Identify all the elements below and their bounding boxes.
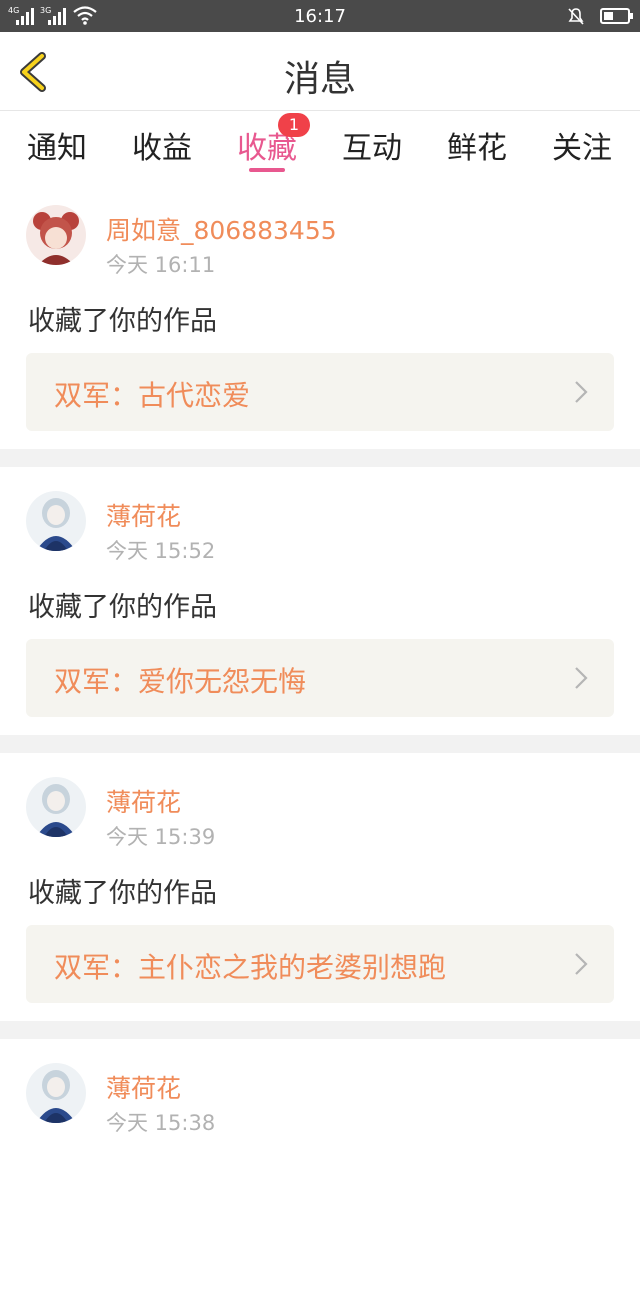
tab-favorites[interactable]: 收藏 1 xyxy=(222,113,312,167)
work-link[interactable]: 双军：古代恋爱 xyxy=(26,353,614,431)
page-title: 消息 xyxy=(283,59,356,100)
work-link[interactable]: 双军：主仆恋之我的老婆别想跑 xyxy=(26,925,614,1003)
status-time: 16:17 xyxy=(294,6,346,27)
battery-icon xyxy=(600,8,633,24)
work-title: 双军：古代恋爱 xyxy=(54,379,251,412)
chevron-right-icon xyxy=(575,381,588,403)
tab-flowers[interactable]: 鲜花 xyxy=(432,123,522,167)
tab-follow[interactable]: 关注 xyxy=(537,123,627,167)
message-time: 今天 15:38 xyxy=(106,1111,216,1135)
user-avatar-blue-dress[interactable] xyxy=(26,777,86,837)
unread-badge: 1 xyxy=(278,113,310,137)
user-avatar-blue-dress[interactable] xyxy=(26,1063,86,1123)
bell-muted-icon xyxy=(568,8,584,25)
message-item: 薄荷花 今天 15:52 收藏了你的作品 双军：爱你无怨无悔 xyxy=(0,467,640,735)
message-time: 今天 15:52 xyxy=(106,539,216,563)
user-name[interactable]: 薄荷花 xyxy=(106,497,181,533)
tab-earnings[interactable]: 收益 xyxy=(117,123,207,167)
user-name[interactable]: 周如意_806883455 xyxy=(106,211,337,247)
message-text: 收藏了你的作品 xyxy=(28,592,217,623)
work-title: 双军：爱你无怨无悔 xyxy=(54,665,307,698)
message-time: 今天 15:39 xyxy=(106,825,216,849)
divider xyxy=(0,449,640,467)
message-item: 薄荷花 今天 15:39 收藏了你的作品 双军：主仆恋之我的老婆别想跑 xyxy=(0,753,640,1021)
message-list: 周如意_806883455 今天 16:11 收藏了你的作品 双军：古代恋爱 薄… xyxy=(0,181,640,1307)
message-item: 薄荷花 今天 15:38 xyxy=(0,1039,640,1307)
tab-bar: 通知 收益 收藏 1 互动 鲜花 关注 xyxy=(0,111,640,181)
active-tab-indicator xyxy=(249,168,285,172)
divider xyxy=(0,735,640,753)
work-title: 双军：主仆恋之我的老婆别想跑 xyxy=(54,951,447,984)
tab-notice[interactable]: 通知 xyxy=(12,123,102,167)
status-bar: 4G 3G 16:17 xyxy=(0,0,640,32)
message-time: 今天 16:11 xyxy=(106,253,216,277)
nav-header: 消息 xyxy=(0,32,640,111)
message-text: 收藏了你的作品 xyxy=(28,306,217,337)
tab-interaction[interactable]: 互动 xyxy=(327,123,417,167)
user-name[interactable]: 薄荷花 xyxy=(106,783,181,819)
user-avatar-red-hair[interactable] xyxy=(26,205,86,265)
user-name[interactable]: 薄荷花 xyxy=(106,1069,181,1105)
chevron-right-icon xyxy=(575,667,588,689)
user-avatar-blue-dress[interactable] xyxy=(26,491,86,551)
message-item: 周如意_806883455 今天 16:11 收藏了你的作品 双军：古代恋爱 xyxy=(0,181,640,449)
message-text: 收藏了你的作品 xyxy=(28,878,217,909)
work-link[interactable]: 双军：爱你无怨无悔 xyxy=(26,639,614,717)
divider xyxy=(0,1021,640,1039)
chevron-right-icon xyxy=(575,953,588,975)
